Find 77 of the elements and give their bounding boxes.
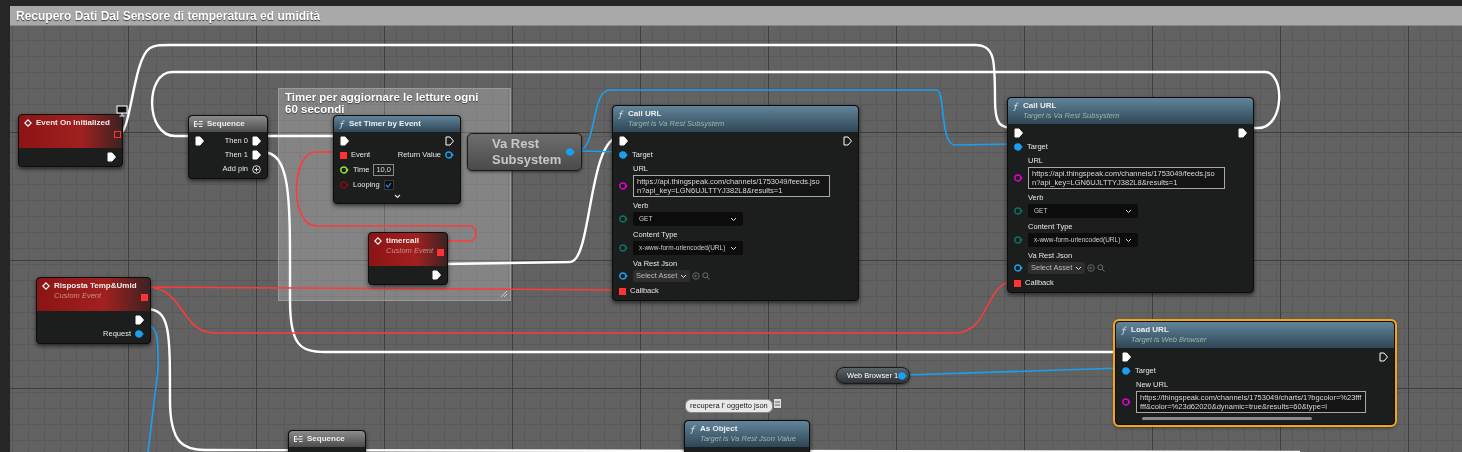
caret-icon — [730, 216, 737, 222]
node-title: Sequence — [207, 119, 245, 129]
function-icon — [618, 110, 624, 119]
node-card[interactable] — [1007, 97, 1254, 293]
exec-pin-icon[interactable] — [340, 136, 349, 146]
event-icon — [42, 282, 50, 290]
exec-pin-icon[interactable] — [1379, 352, 1388, 362]
search-icon[interactable] — [702, 272, 711, 280]
node-title: Risposta Temp&Umid — [54, 281, 137, 291]
object-pin-icon[interactable] — [1122, 367, 1131, 375]
node-title: Call URL — [628, 109, 663, 119]
chevron-down-icon[interactable] — [393, 194, 401, 199]
add-pin-icon[interactable] — [252, 164, 261, 174]
exec-pin-icon[interactable] — [195, 136, 204, 146]
enum-pin-icon[interactable] — [619, 215, 628, 223]
exec-pin-icon[interactable] — [107, 152, 116, 162]
object-pin-icon[interactable] — [619, 272, 628, 280]
caret-icon — [1125, 237, 1132, 243]
delegate-pin-icon[interactable] — [113, 131, 121, 138]
node-title: Set Timer by Event — [349, 119, 421, 129]
delegate-pin-icon[interactable] — [340, 151, 347, 159]
comment-text: Timer per aggiornare le letture ogni 60 secondi — [285, 91, 480, 115]
caret-icon — [1075, 265, 1083, 271]
function-icon — [1121, 326, 1127, 335]
enum-pin-icon[interactable] — [1014, 236, 1023, 244]
exec-pin-icon[interactable] — [619, 136, 628, 146]
node-title: As Object — [700, 424, 739, 434]
exec-pin-icon[interactable] — [252, 136, 261, 146]
caret-icon — [1125, 208, 1132, 214]
object-pin-icon[interactable] — [1014, 264, 1023, 272]
exec-pin-icon[interactable] — [445, 136, 454, 146]
exec-pin-icon[interactable] — [1122, 352, 1131, 362]
resize-handle-icon[interactable] — [500, 290, 508, 298]
exec-pin-icon[interactable] — [135, 315, 144, 325]
object-pin-icon[interactable] — [898, 371, 908, 380]
exec-pin-icon[interactable] — [252, 150, 261, 160]
float-pin-icon[interactable] — [340, 166, 349, 174]
delegate-pin-icon[interactable] — [619, 287, 626, 295]
getter-node[interactable]: Va Rest Subsystem — [467, 133, 582, 171]
exec-pin-icon[interactable] — [432, 270, 441, 280]
function-icon — [339, 120, 345, 129]
event-icon — [24, 119, 32, 127]
exec-pin-icon[interactable] — [1014, 128, 1023, 138]
event-icon — [374, 237, 382, 245]
checkbox[interactable] — [383, 180, 394, 190]
monitor-icon — [116, 105, 128, 117]
node-title: timercall — [386, 236, 420, 246]
node-title: Sequence — [307, 434, 345, 444]
node-card[interactable]: Sequence — [288, 430, 366, 452]
node-card[interactable]: Event On Initialized — [18, 114, 123, 167]
object-pin-icon[interactable] — [445, 151, 454, 159]
sequence-icon — [294, 435, 303, 443]
string-pin-icon[interactable] — [1014, 174, 1023, 182]
delegate-pin-icon[interactable] — [140, 294, 148, 301]
string-pin-icon[interactable] — [1122, 398, 1131, 406]
node-card[interactable] — [612, 105, 859, 301]
node-title: Load URL — [1131, 325, 1170, 335]
string-pin-icon[interactable] — [619, 182, 628, 190]
caret-icon — [730, 245, 737, 251]
sequence-icon — [194, 120, 203, 128]
object-pin-icon[interactable] — [135, 330, 144, 338]
delegate-pin-icon[interactable] — [437, 249, 445, 256]
graph-title: Recupero Dati Dal Sensore di temperatura ed umidità — [16, 7, 321, 25]
function-icon — [690, 425, 696, 434]
exec-pin-icon[interactable] — [843, 136, 852, 146]
exec-pin-icon[interactable] — [1238, 128, 1247, 138]
enum-pin-icon[interactable] — [619, 244, 628, 252]
caret-icon — [680, 273, 688, 279]
node-title: Call URL — [1023, 101, 1058, 111]
object-pin-icon[interactable] — [1014, 143, 1023, 151]
enum-pin-icon[interactable] — [1014, 207, 1023, 215]
scrollbar-icon[interactable] — [1142, 417, 1312, 420]
delegate-pin-icon[interactable] — [1014, 279, 1021, 287]
function-icon — [1013, 102, 1019, 111]
object-pin-icon[interactable] — [619, 151, 628, 159]
node-title: Event On Initialized — [36, 118, 110, 128]
search-icon[interactable] — [1097, 264, 1106, 272]
